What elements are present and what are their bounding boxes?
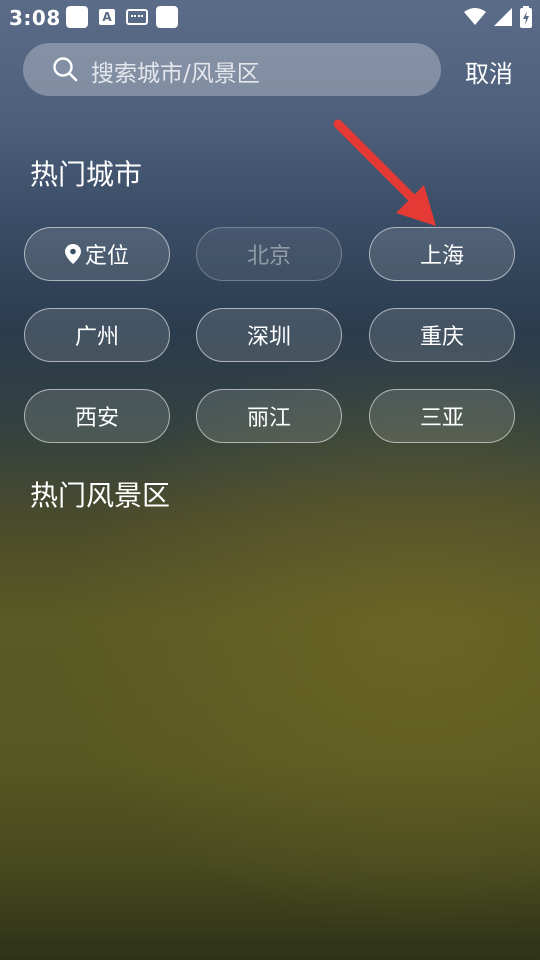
search-icon (53, 57, 78, 82)
font-a-icon: A (96, 6, 118, 28)
city-button-xian[interactable]: 西安 (24, 389, 170, 443)
city-label: 西安 (74, 406, 119, 431)
city-label: 北京 (246, 244, 291, 269)
locate-button[interactable]: 定位 (24, 227, 170, 281)
city-label: 丽江 (246, 406, 291, 431)
app-square-icon (66, 6, 88, 28)
status-bar: 3:08 A (0, 0, 540, 36)
city-label: 上海 (419, 244, 464, 269)
status-icons-right (464, 6, 532, 28)
search-placeholder: 搜索城市/风景区 (91, 61, 260, 87)
city-button-guangzhou[interactable]: 广州 (24, 308, 170, 362)
signal-icon (494, 8, 512, 26)
hot-scenic-title: 热门风景区 (30, 479, 171, 512)
location-pin-icon (64, 244, 81, 264)
status-icons-left: A (66, 6, 178, 28)
app-square-icon (156, 6, 178, 28)
city-label: 重庆 (419, 325, 464, 350)
city-button-lijiang[interactable]: 丽江 (196, 389, 342, 443)
keyboard-icon (126, 9, 148, 25)
hot-cities-title: 热门城市 (30, 158, 143, 191)
city-button-chongqing[interactable]: 重庆 (369, 308, 515, 362)
arrow-shaft (333, 119, 421, 207)
battery-icon (520, 6, 532, 28)
wifi-icon (464, 8, 486, 25)
city-label: 定位 (84, 244, 129, 269)
city-label: 广州 (74, 325, 119, 350)
city-label: 深圳 (246, 325, 291, 350)
red-arrow-annotation (333, 119, 436, 226)
city-label: 三亚 (419, 406, 464, 431)
city-button-sanya[interactable]: 三亚 (369, 389, 515, 443)
cancel-button[interactable]: 取消 (465, 54, 513, 89)
status-time: 3:08 (9, 6, 61, 30)
city-button-shenzhen[interactable]: 深圳 (196, 308, 342, 362)
